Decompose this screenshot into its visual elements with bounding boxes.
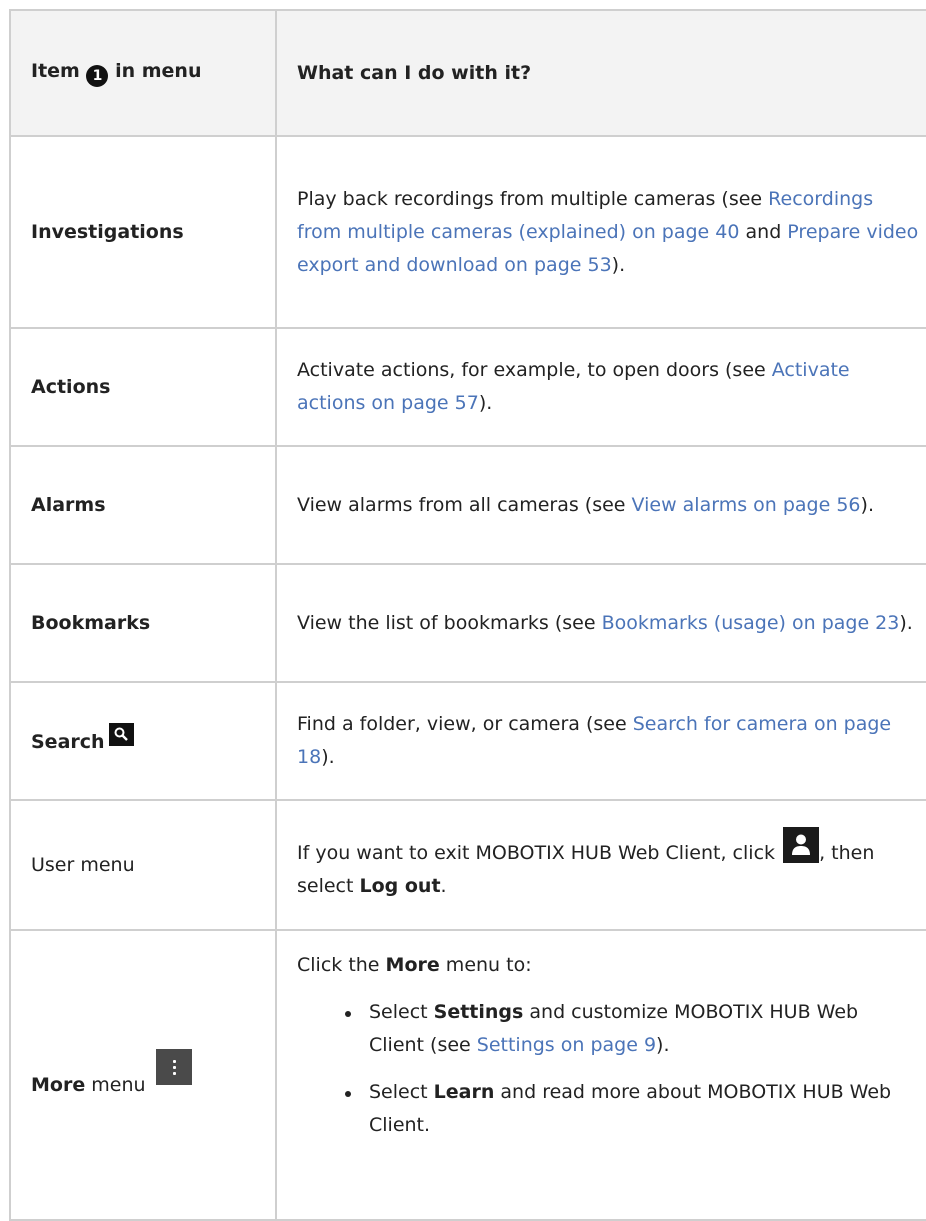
- desc-text: ).: [899, 611, 913, 634]
- more-bold: More: [385, 954, 440, 976]
- table-header-row: Item 1 in menu What can I do with it?: [9, 9, 926, 137]
- desc-text: menu to:: [439, 954, 532, 976]
- desc-text: Select: [369, 1081, 434, 1103]
- desc-text: ).: [656, 1034, 670, 1056]
- desc-text: ).: [611, 253, 626, 276]
- link-settings[interactable]: Settings on page 9: [477, 1034, 656, 1056]
- table-row-bookmarks: Bookmarks View the list of bookmarks (se…: [9, 563, 926, 683]
- item-user-menu: User menu: [9, 799, 277, 931]
- description-alarms: View alarms from all cameras (see View a…: [275, 445, 926, 565]
- table-row-actions: Actions Activate actions, for example, t…: [9, 327, 926, 447]
- list-item-learn: Select Learn and read more about MOBOTIX…: [297, 1076, 919, 1142]
- desc-text: ).: [478, 392, 493, 414]
- search-icon: [108, 723, 134, 746]
- settings-bold: Settings: [433, 1001, 524, 1023]
- desc-text: ).: [321, 746, 335, 768]
- link-bookmarks-usage[interactable]: Bookmarks (usage) on page 23: [602, 612, 900, 634]
- desc-text: Find a folder, view, or camera (see: [297, 713, 633, 735]
- description-investigations: Play back recordings from multiple camer…: [275, 135, 926, 329]
- vertical-ellipsis-icon: [155, 1048, 192, 1085]
- description-actions: Activate actions, for example, to open d…: [275, 327, 926, 447]
- item-more-bold: More: [31, 1073, 86, 1096]
- description-more-menu: Click the More menu to: Select Settings …: [275, 929, 926, 1221]
- table-row-investigations: Investigations Play back recordings from…: [9, 135, 926, 329]
- document-page: Item 1 in menu What can I do with it? In…: [0, 0, 926, 1221]
- menu-items-table: Item 1 in menu What can I do with it? In…: [9, 9, 926, 1221]
- desc-text: and: [739, 220, 788, 243]
- user-icon: [783, 827, 820, 863]
- desc-text: Click the: [297, 954, 386, 976]
- list-item-settings: Select Settings and customize MOBOTIX HU…: [297, 996, 919, 1062]
- more-intro: Click the More menu to:: [297, 949, 919, 982]
- learn-bold: Learn: [433, 1081, 495, 1103]
- item-search: Search: [9, 681, 277, 801]
- item-more-rest: menu: [85, 1073, 146, 1096]
- header-item-text: Item: [31, 59, 80, 82]
- item-actions: Actions: [9, 327, 277, 447]
- desc-text: View alarms from all cameras (see: [297, 493, 632, 516]
- item-alarms: Alarms: [9, 445, 277, 565]
- link-view-alarms[interactable]: View alarms on page 56: [632, 494, 861, 516]
- item-bookmarks: Bookmarks: [9, 563, 277, 683]
- table-row-search: Search Find a folder, view, or camera (s…: [9, 681, 926, 801]
- desc-text: ).: [860, 493, 874, 516]
- description-user-menu: If you want to exit MOBOTIX HUB Web Clie…: [275, 799, 926, 931]
- description-bookmarks: View the list of bookmarks (see Bookmark…: [275, 563, 926, 683]
- item-more-menu: More menu: [9, 929, 277, 1221]
- item-investigations: Investigations: [9, 135, 277, 329]
- header-description-cell: What can I do with it?: [275, 9, 926, 137]
- desc-text: .: [440, 875, 447, 897]
- numbered-circle-icon: 1: [86, 64, 109, 87]
- desc-text: Play back recordings from multiple camer…: [297, 187, 769, 210]
- item-search-label: Search: [31, 731, 105, 753]
- header-item-text-after: in menu: [115, 59, 202, 82]
- description-search: Find a folder, view, or camera (see Sear…: [275, 681, 926, 801]
- desc-text: If you want to exit MOBOTIX HUB Web Clie…: [297, 842, 782, 864]
- more-options-list: Select Settings and customize MOBOTIX HU…: [297, 996, 919, 1142]
- desc-text: Activate actions, for example, to open d…: [297, 359, 772, 381]
- header-item-cell: Item 1 in menu: [9, 9, 277, 137]
- desc-text: View the list of bookmarks (see: [297, 611, 602, 634]
- table-row-alarms: Alarms View alarms from all cameras (see…: [9, 445, 926, 565]
- desc-text: Select: [369, 1001, 434, 1023]
- table-row-user-menu: User menu If you want to exit MOBOTIX HU…: [9, 799, 926, 931]
- log-out-label: Log out: [359, 875, 441, 897]
- table-row-more-menu: More menu Click the More menu to: Select…: [9, 929, 926, 1221]
